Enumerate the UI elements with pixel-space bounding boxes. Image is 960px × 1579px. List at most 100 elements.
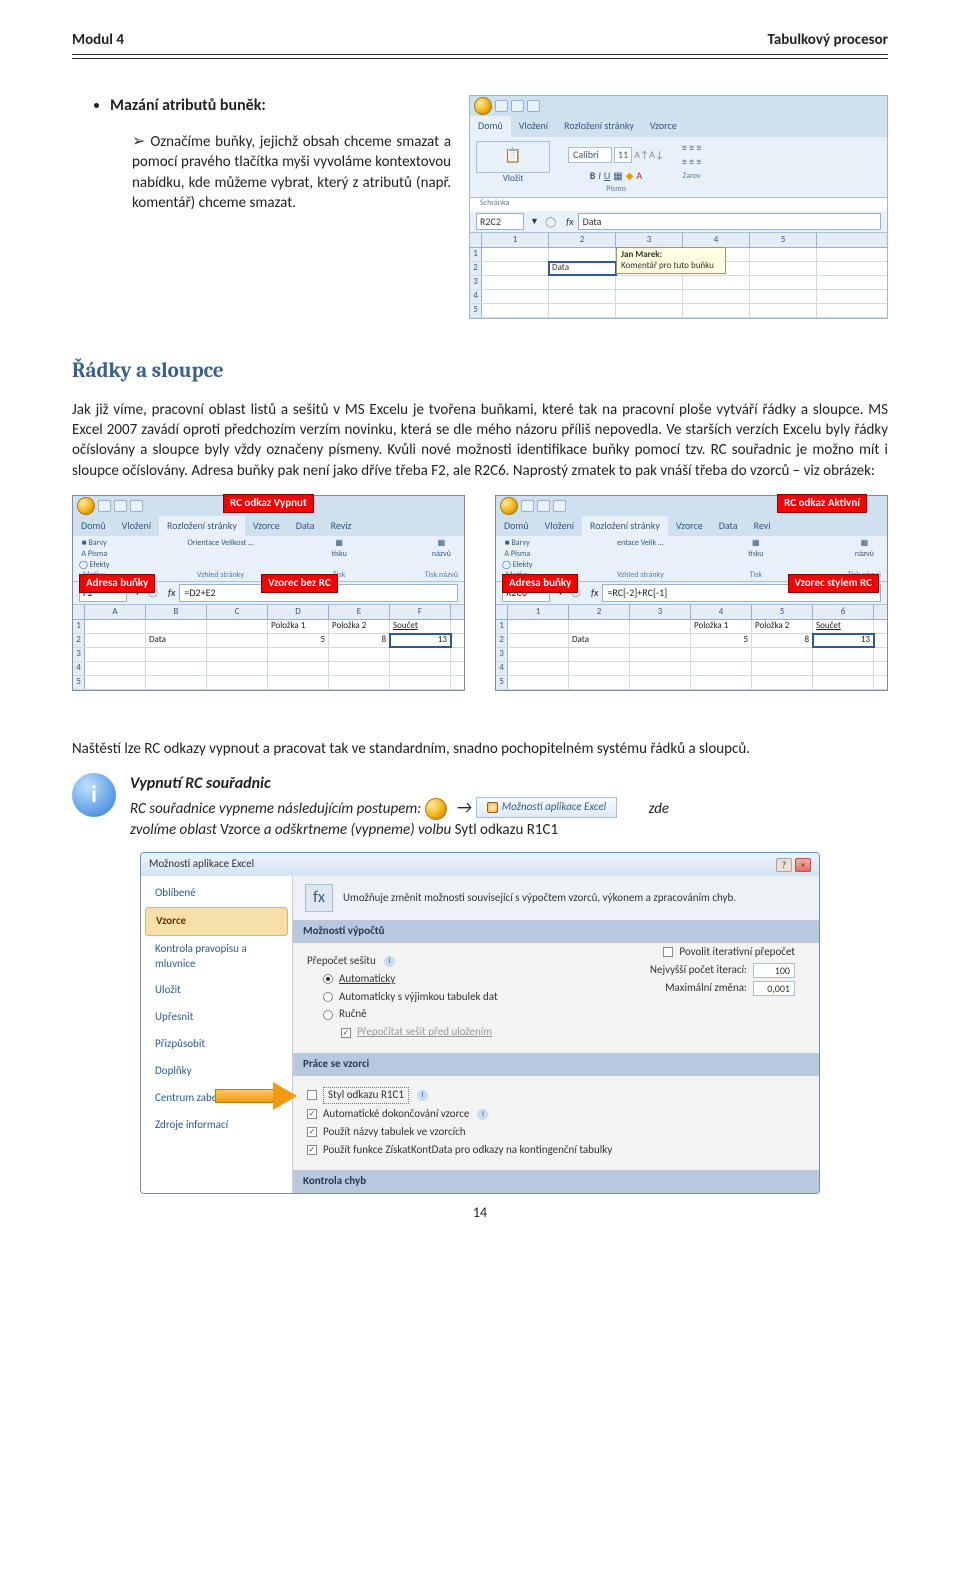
fill-color-icon[interactable]: ◆ — [626, 169, 634, 183]
office-button-icon[interactable] — [474, 97, 492, 115]
name-box[interactable]: R2C2 — [476, 213, 524, 231]
recalc-auto-except-radio[interactable] — [323, 992, 333, 1002]
tab-review[interactable]: Reviz — [323, 516, 360, 537]
col-header[interactable]: 6 — [813, 605, 874, 619]
align-bottom-icons[interactable]: ≡ ≡ ≡ — [682, 155, 701, 169]
tab-formulas[interactable]: Vzorce — [668, 516, 711, 537]
font-color-icon[interactable]: A — [636, 169, 642, 183]
col-header[interactable]: 3 — [630, 605, 691, 619]
tab-data[interactable]: Data — [711, 516, 746, 537]
tab-pagelayout[interactable]: Rozložení stránky — [159, 516, 245, 537]
col-header[interactable]: 5 — [752, 605, 813, 619]
font-name-field[interactable]: Calibri — [568, 147, 612, 163]
selected-cell[interactable]: 13 — [390, 634, 451, 647]
table-names-checkbox[interactable] — [307, 1127, 317, 1137]
underline-button[interactable]: U — [604, 169, 610, 183]
grow-font-icon[interactable]: A↑A↓ — [634, 148, 664, 162]
themes-group-icons[interactable]: ■ BarvyA Písma◯ Efekty — [502, 538, 533, 568]
qat-save-icon[interactable] — [521, 500, 534, 512]
col-header[interactable]: 2 — [549, 233, 616, 247]
col-header[interactable]: 5 — [750, 233, 817, 247]
recalc-manual-radio[interactable] — [323, 1010, 333, 1020]
tab-pagelayout[interactable]: Rozložení stránky — [582, 516, 668, 537]
col-header[interactable]: E — [329, 605, 390, 619]
tab-insert[interactable]: Vložení — [537, 516, 582, 537]
side-customize[interactable]: Přizpůsobit — [145, 1031, 288, 1058]
qat-redo-icon[interactable] — [130, 500, 143, 512]
max-change-field[interactable]: 0,001 — [753, 981, 795, 997]
tab-home[interactable]: Domů — [73, 516, 114, 537]
col-header[interactable]: 4 — [691, 605, 752, 619]
help-button[interactable]: ? — [776, 858, 792, 872]
excel-options-button[interactable]: Možnosti aplikace Excel — [476, 797, 617, 818]
col-header[interactable]: D — [268, 605, 329, 619]
side-addins[interactable]: Doplňky — [145, 1058, 288, 1085]
col-header[interactable]: 3 — [616, 233, 683, 247]
side-proofing[interactable]: Kontrola pravopisu a mluvnice — [145, 936, 288, 978]
tab-pagelayout[interactable]: Rozložení stránky — [556, 116, 642, 137]
office-button-icon[interactable] — [77, 497, 95, 515]
tab-formulas[interactable]: Vzorce — [642, 116, 685, 137]
qat-save-icon[interactable] — [98, 500, 111, 512]
annotation-formula-norc: Vzorec bez RC — [261, 574, 338, 593]
office-button-icon[interactable] — [500, 497, 518, 515]
themes-group-icons[interactable]: ■ BarvyA Písma◯ Efekty — [79, 538, 110, 568]
col-header[interactable]: F — [390, 605, 451, 619]
getpivot-checkbox[interactable] — [307, 1145, 317, 1155]
fx-icon[interactable]: fx — [587, 586, 602, 600]
col-header[interactable]: 1 — [482, 233, 549, 247]
qat-undo-icon[interactable] — [537, 500, 550, 512]
page-setup-icons[interactable]: entace Velik … — [617, 538, 664, 568]
col-header[interactable]: A — [85, 605, 146, 619]
tab-insert[interactable]: Vložení — [511, 116, 556, 137]
recalc-auto-radio[interactable] — [323, 974, 333, 984]
office-button-icon[interactable] — [425, 798, 447, 820]
print-icon[interactable]: ▦tisku — [331, 538, 346, 568]
col-header[interactable]: 1 — [508, 605, 569, 619]
close-button[interactable]: × — [795, 858, 811, 872]
col-header[interactable]: B — [146, 605, 207, 619]
italic-button[interactable]: I — [598, 169, 601, 183]
page-setup-icons[interactable]: Orientace Velikost … — [187, 538, 253, 568]
font-size-field[interactable]: 11 — [614, 147, 632, 163]
print-titles-icon[interactable]: ▦názvů — [425, 538, 458, 568]
tab-formulas[interactable]: Vzorce — [245, 516, 288, 537]
qat-save-icon[interactable] — [495, 100, 508, 112]
selected-cell[interactable]: 13 — [813, 634, 874, 647]
border-icon[interactable]: ▦ — [613, 169, 622, 183]
side-resources[interactable]: Zdroje informací — [145, 1112, 288, 1139]
tab-insert[interactable]: Vložení — [114, 516, 159, 537]
bold-button[interactable]: B — [590, 169, 596, 183]
tab-data[interactable]: Data — [288, 516, 323, 537]
align-top-icons[interactable]: ≡ ≡ ≡ — [682, 141, 701, 155]
iterative-checkbox[interactable] — [663, 947, 673, 957]
col-header[interactable]: 4 — [683, 233, 750, 247]
tab-home[interactable]: Domů — [470, 116, 511, 137]
fx-icon[interactable]: fx — [164, 586, 179, 600]
tab-review[interactable]: Revi — [746, 516, 779, 537]
selected-cell[interactable]: Data — [549, 262, 616, 275]
print-icon[interactable]: ▦tisku — [748, 538, 763, 568]
recalc-before-save-checkbox[interactable] — [341, 1028, 351, 1038]
info-tooltip-icon[interactable]: i — [477, 1109, 488, 1120]
tab-home[interactable]: Domů — [496, 516, 537, 537]
fx-icon[interactable]: fx — [562, 215, 577, 229]
paste-icon[interactable]: 📋 — [476, 141, 550, 173]
side-popular[interactable]: Oblíbené — [145, 880, 288, 907]
info-tooltip-icon[interactable]: i — [417, 1090, 428, 1101]
side-formulas[interactable]: Vzorce — [145, 907, 288, 936]
col-header[interactable]: C — [207, 605, 268, 619]
qat-undo-icon[interactable] — [114, 500, 127, 512]
autocomplete-checkbox[interactable] — [307, 1109, 317, 1119]
qat-undo-icon[interactable] — [511, 100, 524, 112]
qat-redo-icon[interactable] — [527, 100, 540, 112]
max-iterations-field[interactable]: 100 — [753, 963, 795, 979]
qat-redo-icon[interactable] — [553, 500, 566, 512]
side-advanced[interactable]: Upřesnit — [145, 1004, 288, 1031]
col-header[interactable]: 2 — [569, 605, 630, 619]
print-titles-icon[interactable]: ▦názvů — [848, 538, 881, 568]
r1c1-style-checkbox[interactable] — [307, 1090, 317, 1100]
formula-bar[interactable]: Data — [578, 213, 881, 231]
side-save[interactable]: Uložit — [145, 977, 288, 1004]
info-tooltip-icon[interactable]: i — [384, 956, 395, 967]
